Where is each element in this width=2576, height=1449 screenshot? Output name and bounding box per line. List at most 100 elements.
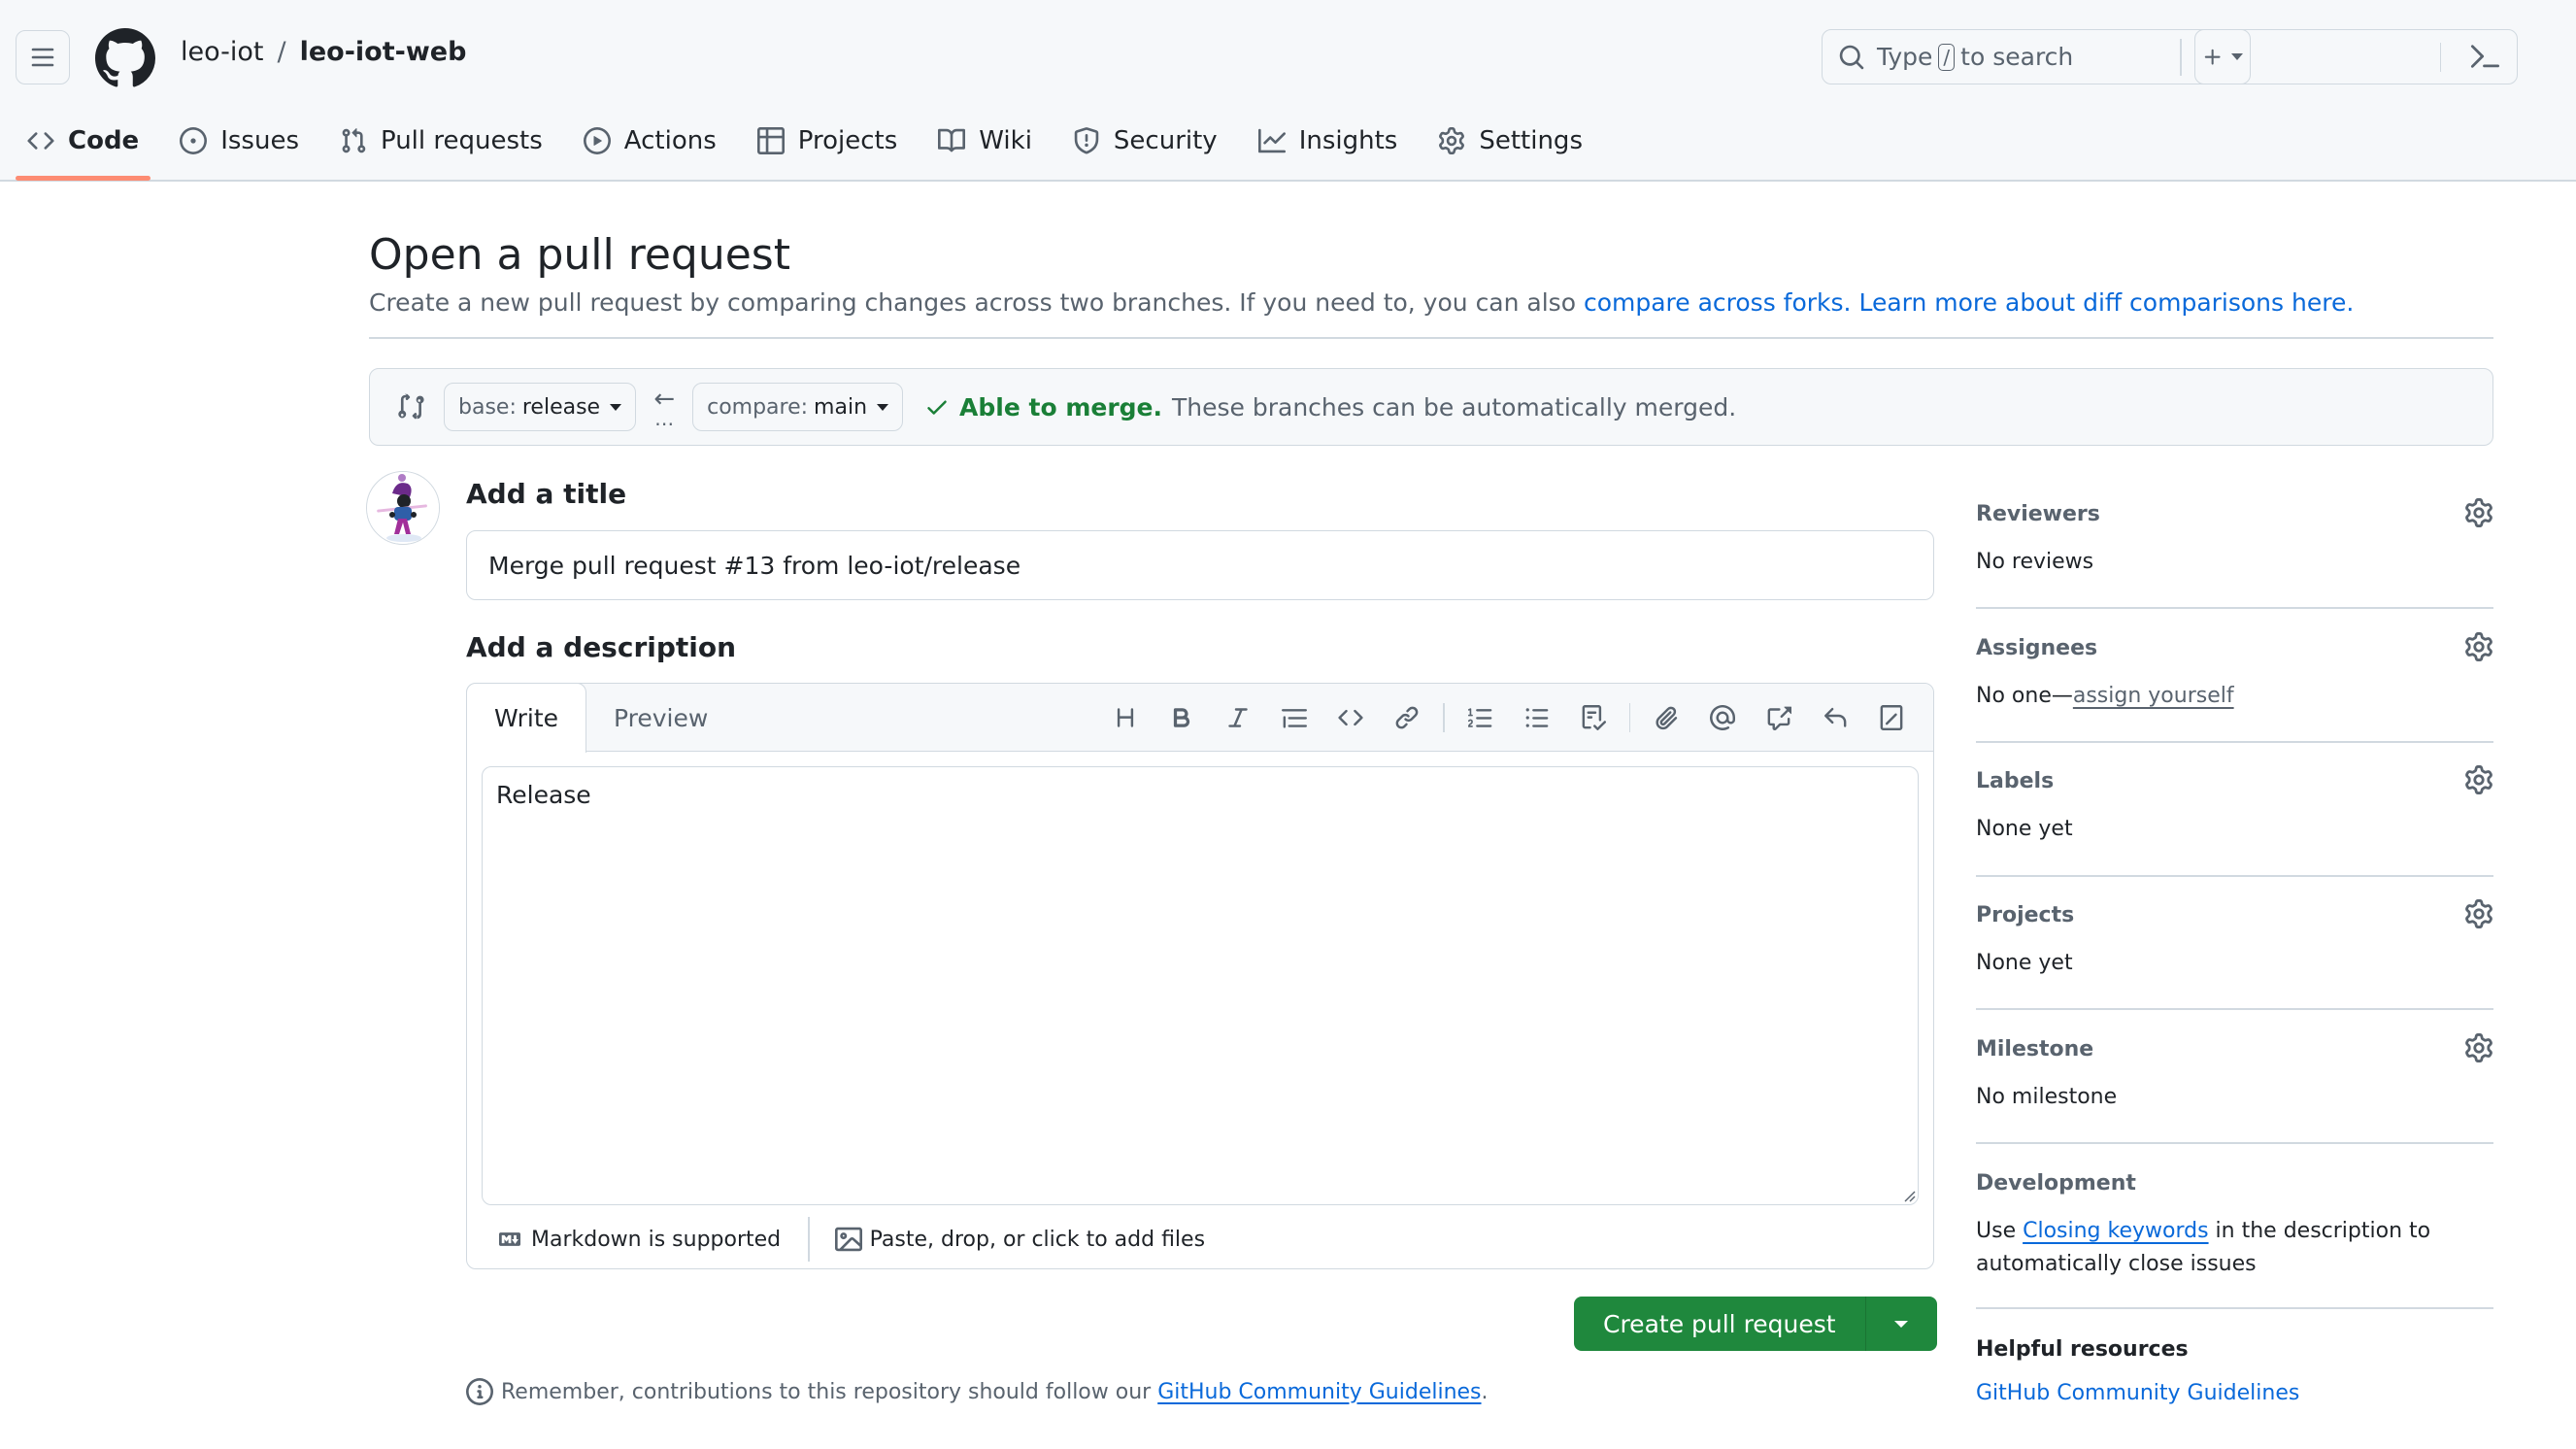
gear-icon[interactable] (2464, 632, 2493, 661)
link-button[interactable] (1379, 690, 1435, 746)
markdown-icon (499, 1232, 520, 1246)
assignees-label: Assignees (1976, 636, 2098, 660)
code-icon (27, 132, 54, 150)
sidebar-community-guidelines-link[interactable]: GitHub Community Guidelines (1976, 1381, 2493, 1405)
assign-yourself-link[interactable]: assign yourself (2073, 684, 2234, 708)
compare-branch-select[interactable]: compare: main (692, 383, 904, 431)
issue-icon (180, 127, 208, 154)
milestone-value: No milestone (1976, 1085, 2118, 1109)
code-button[interactable] (1322, 690, 1379, 746)
development-prefix: Use (1976, 1219, 2024, 1243)
learn-more-link[interactable]: Learn more about diff comparisons here. (1858, 288, 2354, 317)
tab-settings[interactable]: Settings (1424, 109, 1596, 173)
ordered-list-button[interactable] (1453, 690, 1509, 746)
description-editor: Write Preview Release Markdown is suppor… (466, 683, 1934, 1269)
editor-header: Write Preview (466, 683, 1933, 753)
tab-code[interactable]: Code (14, 109, 152, 181)
compare-prefix: compare: (707, 394, 809, 420)
sidebar-divider (1976, 607, 2493, 609)
subtitle-text: Create a new pull request by comparing c… (369, 288, 1584, 317)
search-input[interactable]: Type / to search (1822, 29, 2518, 84)
closing-keywords-link[interactable]: Closing keywords (2023, 1219, 2208, 1243)
graph-icon (1257, 128, 1286, 153)
resize-handle-icon[interactable] (1902, 1189, 1916, 1202)
task-list-button[interactable] (1565, 690, 1622, 746)
sidebar-projects: Projects None yet (1976, 899, 2493, 980)
italic-button[interactable] (1210, 690, 1266, 746)
gear-icon[interactable] (2464, 899, 2493, 928)
create-pull-request-button[interactable]: Create pull request (1574, 1297, 1865, 1351)
mention-button[interactable] (1694, 690, 1751, 746)
sidebar-divider (1976, 1307, 2493, 1309)
tab-wiki[interactable]: Wiki (924, 109, 1046, 173)
attach-files-button[interactable]: Paste, drop, or click to add files (834, 1226, 1205, 1253)
heading-button[interactable] (1097, 690, 1154, 746)
play-icon (583, 127, 611, 154)
gear-icon[interactable] (2464, 765, 2493, 794)
tab-label: Code (68, 126, 140, 155)
tab-actions[interactable]: Actions (570, 109, 730, 173)
create-pull-request-split-button: Create pull request (1574, 1297, 1937, 1351)
italic-icon (1228, 708, 1248, 727)
create-options-dropdown[interactable] (1864, 1297, 1937, 1351)
attach-button[interactable] (1638, 690, 1694, 746)
reply-button[interactable] (1807, 690, 1863, 746)
unordered-list-button[interactable] (1509, 690, 1565, 746)
search-icon (1839, 45, 1864, 69)
tab-label: Security (1113, 126, 1218, 155)
gear-icon[interactable] (2464, 1033, 2493, 1062)
gear-icon (1439, 127, 1465, 154)
quote-button[interactable] (1266, 690, 1322, 746)
page-subtitle: Create a new pull request by comparing c… (369, 288, 2354, 317)
header-divider (2180, 39, 2182, 76)
page-title: Open a pull request (369, 230, 790, 280)
community-guidelines-link[interactable]: GitHub Community Guidelines (1157, 1380, 1481, 1404)
attach-icon (1656, 706, 1678, 730)
avatar[interactable] (366, 471, 440, 545)
slash-command-button[interactable] (1863, 690, 1920, 746)
reply-icon (1824, 707, 1847, 727)
tab-label: Projects (797, 126, 898, 155)
bold-button[interactable] (1154, 690, 1210, 746)
arrow-left-icon: ←… (653, 385, 675, 430)
labels-value: None yet (1976, 817, 2073, 841)
description-textarea[interactable] (482, 766, 1919, 1205)
create-new-button[interactable] (2194, 29, 2251, 84)
search-placeholder-suffix: to search (1960, 43, 2074, 71)
tab-insights[interactable]: Insights (1245, 109, 1412, 173)
repo-link[interactable]: leo-iot-web (300, 37, 467, 67)
tab-write[interactable]: Write (466, 683, 587, 753)
tab-security[interactable]: Security (1059, 109, 1231, 173)
tab-pull-requests[interactable]: Pull requests (326, 109, 556, 173)
owner-link[interactable]: leo-iot (181, 37, 263, 67)
tab-preview[interactable]: Preview (586, 684, 735, 753)
ordered-list-icon (1467, 708, 1491, 727)
markdown-support-link[interactable]: Markdown is supported (496, 1228, 781, 1252)
base-branch-select[interactable]: base: release (444, 383, 637, 431)
plus-icon (2204, 49, 2221, 65)
github-logo-icon[interactable] (95, 28, 155, 88)
gear-icon[interactable] (2464, 498, 2493, 527)
chevron-down-icon (2231, 53, 2243, 60)
tab-issues[interactable]: Issues (166, 109, 313, 173)
sidebar-helpful-resources: Helpful resources GitHub Community Guide… (1976, 1337, 2493, 1405)
tab-label: Actions (623, 126, 717, 155)
title-input[interactable] (466, 530, 1934, 600)
assignees-value: No one—assign yourself (1976, 680, 2493, 713)
pull-request-icon (342, 128, 366, 153)
projects-label: Projects (1976, 903, 2075, 927)
book-icon (938, 128, 966, 152)
compare-forks-link[interactable]: compare across forks. (1584, 288, 1852, 317)
contrib-end: . (1481, 1379, 1489, 1404)
merge-status-text: These branches can be automatically merg… (1172, 392, 1737, 421)
markdown-note: Markdown is supported (531, 1227, 782, 1252)
unordered-list-icon (1525, 708, 1548, 727)
cross-reference-button[interactable] (1751, 690, 1807, 746)
command-palette-icon[interactable] (2470, 42, 2499, 71)
contribution-note: Remember, contributions to this reposito… (466, 1378, 1489, 1405)
menu-button[interactable] (16, 30, 70, 84)
caret-down-icon (1894, 1320, 1909, 1328)
sidebar-divider (1976, 875, 2493, 877)
tab-projects[interactable]: Projects (744, 109, 912, 173)
footer-divider (808, 1217, 810, 1262)
